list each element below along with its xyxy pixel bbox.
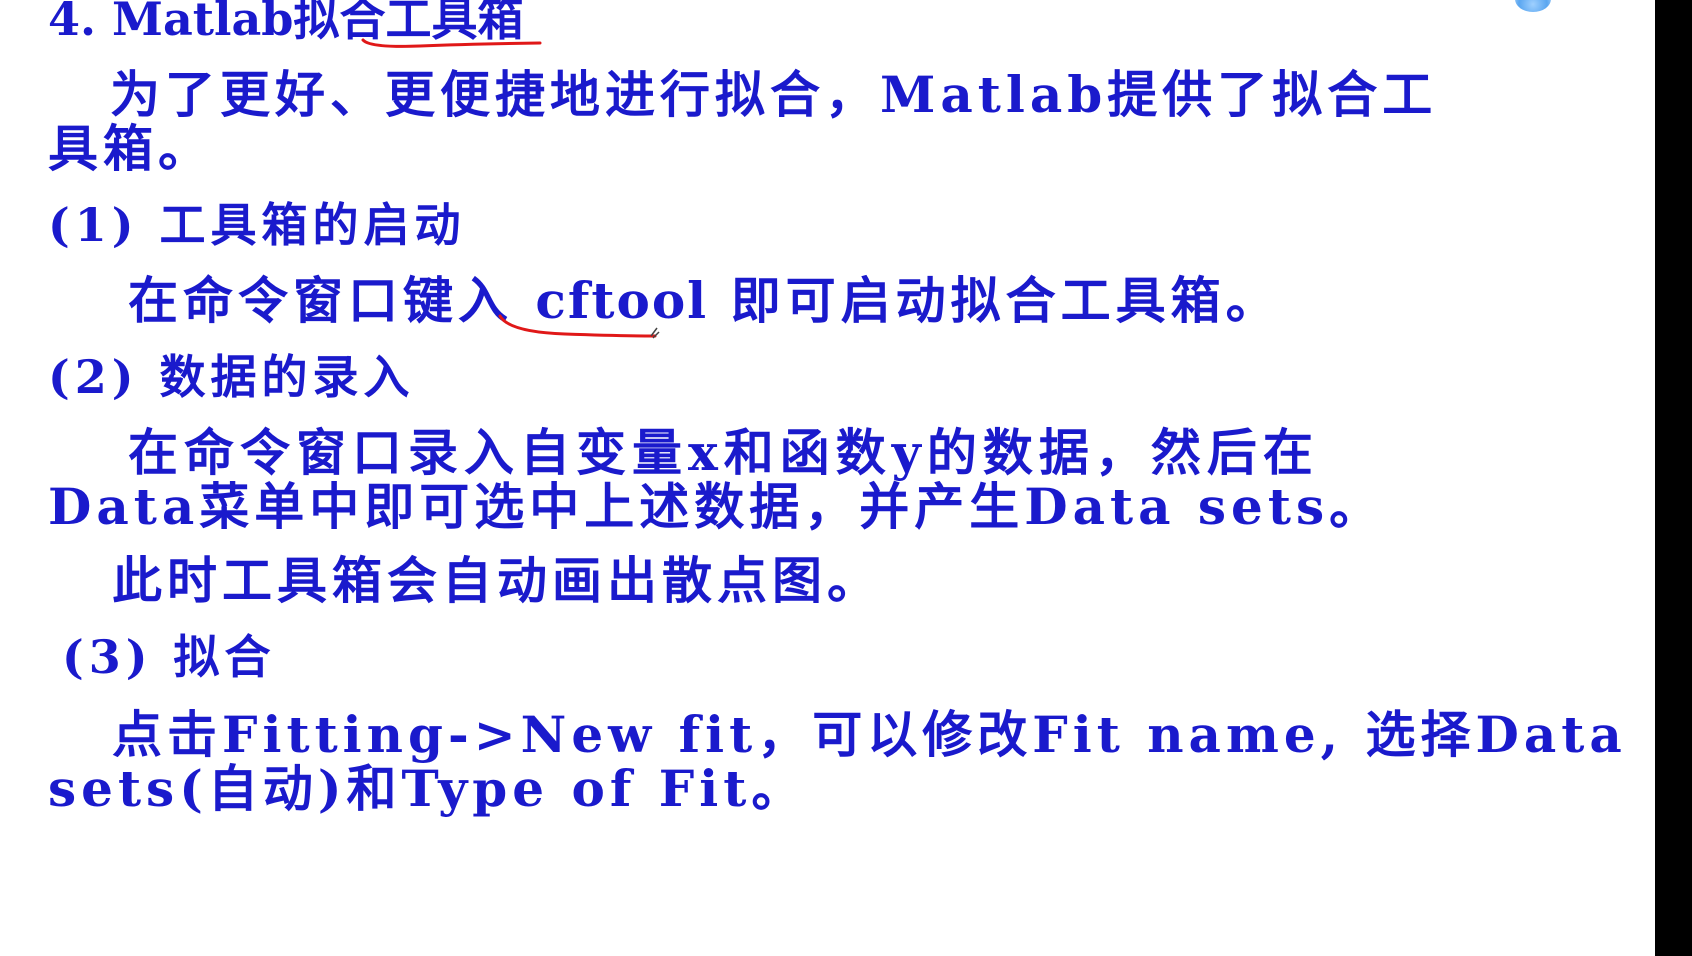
section-2-line-3: 此时工具箱会自动画出散点图。 <box>112 551 882 610</box>
section-1-text-before: 在命令窗口键入 <box>128 271 513 330</box>
section-3-line-1: 点击Fitting->New fit，可以修改Fit name, 选择Data <box>112 705 1627 764</box>
section-3-title: (3) 拟合 <box>62 630 276 684</box>
right-black-bar <box>1655 0 1692 956</box>
section-2-title: (2) 数据的录入 <box>48 350 415 404</box>
section-3-line-2: sets(自动)和Type of Fit。 <box>48 759 807 818</box>
section-1-title: (1) 工具箱的启动 <box>48 198 466 252</box>
heading-underline-annotation <box>361 38 542 48</box>
section-2-line-2: Data菜单中即可选中上述数据，并产生Data sets。 <box>48 477 1385 536</box>
intro-line-1: 为了更好、更便捷地进行拟合，Matlab提供了拟合工 <box>110 65 1438 124</box>
slide: 4. Matlab拟合工具箱 为了更好、更便捷地进行拟合，Matlab提供了拟合… <box>0 0 1655 956</box>
section-2-line-1: 在命令窗口录入自变量x和函数y的数据，然后在 <box>128 423 1319 482</box>
intro-line-2: 具箱。 <box>48 119 213 178</box>
section-1-text-after: 即可启动拟合工具箱。 <box>730 271 1281 330</box>
section-1-text: 在命令窗口键入 cftool 即可启动拟合工具箱。 <box>128 272 1281 330</box>
cftool-underline-annotation <box>498 314 660 339</box>
